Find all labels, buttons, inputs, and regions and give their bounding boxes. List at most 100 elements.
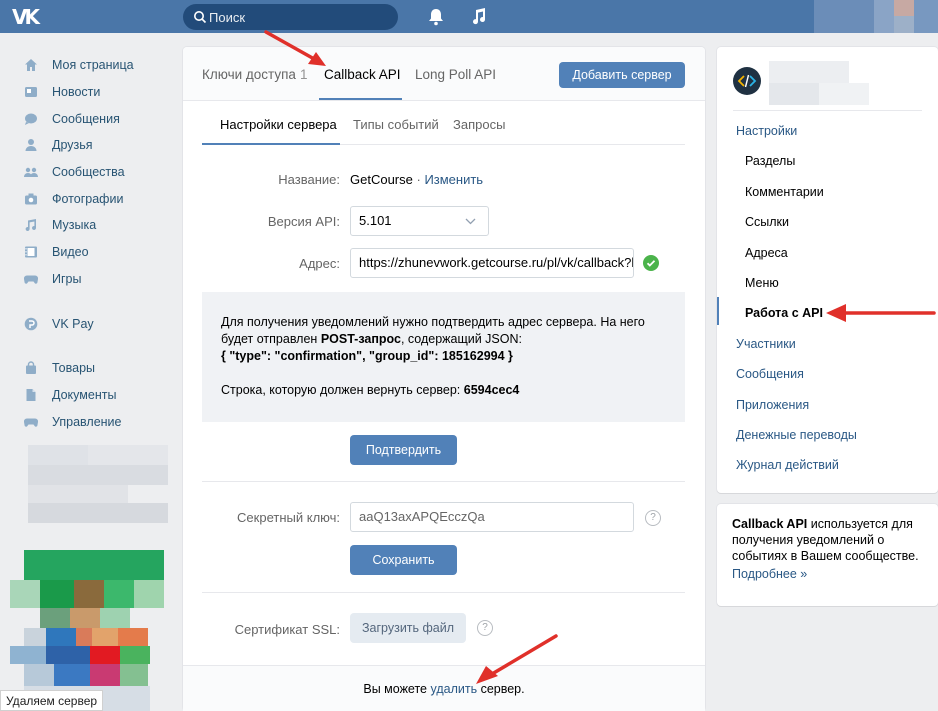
tab-long-poll-api[interactable]: Long Poll API — [415, 67, 496, 82]
nav-item-documents[interactable]: Документы — [24, 382, 174, 409]
secret-key-label: Секретный ключ: — [237, 510, 340, 525]
info-text-b: , содержащий JSON: — [400, 332, 522, 346]
sidebar-item-action-log[interactable]: Журнал действий — [736, 458, 839, 472]
chevron-down-icon — [465, 218, 476, 225]
address-input[interactable]: https://zhunevwork.getcourse.ru/pl/vk/ca… — [350, 248, 634, 278]
info-json: { "type": "confirmation", "group_id": 18… — [221, 348, 666, 365]
save-button[interactable]: Сохранить — [350, 545, 457, 575]
nav-label: Товары — [52, 361, 95, 376]
sidebar-item-api[interactable]: Работа с API — [745, 306, 823, 320]
search-input[interactable] — [209, 4, 389, 30]
gamepad-icon — [24, 418, 38, 427]
nav-item-my-page[interactable]: Моя страница — [24, 52, 174, 79]
sidebar-item-members[interactable]: Участники — [736, 337, 796, 351]
json-text: { "type": "confirmation", "group_id": 18… — [221, 349, 513, 363]
nav-label: Управление — [52, 414, 122, 429]
code-icon — [737, 74, 757, 88]
delete-server-footer: Вы можете удалить сервер. — [183, 665, 705, 711]
sidebar-item-money-transfers[interactable]: Денежные переводы — [736, 428, 857, 442]
secret-key-input[interactable]: aaQ13axAPQEcczQa — [350, 502, 634, 532]
info-post: POST-запрос — [320, 332, 401, 346]
bell-icon[interactable] — [428, 8, 444, 26]
name-value: GetCourse — [350, 172, 413, 187]
confirm-button[interactable]: Подтвердить — [350, 435, 457, 465]
callback-info-text: Callback API используется для получения … — [732, 516, 923, 564]
friends-icon — [25, 139, 37, 152]
nav-item-music[interactable]: Музыка — [24, 212, 174, 239]
nav-label: Документы — [52, 387, 117, 402]
info-bold: Callback API — [732, 517, 808, 531]
vk-logo[interactable]: VK — [12, 6, 44, 28]
sidebar-item-comments[interactable]: Комментарии — [745, 185, 824, 199]
tab-callback-api[interactable]: Callback API — [324, 67, 401, 82]
user-avatar-blurred[interactable] — [814, 0, 938, 33]
search-icon — [194, 11, 207, 24]
sidebar-item-addresses[interactable]: Адреса — [745, 246, 788, 260]
api-version-select[interactable]: 5.101 — [350, 206, 489, 236]
nav-item-video[interactable]: Видео — [24, 239, 174, 266]
sidebar-item-sections[interactable]: Разделы — [745, 154, 795, 168]
video-icon — [25, 246, 37, 258]
nav-item-management[interactable]: Управление — [24, 408, 174, 435]
news-icon — [25, 87, 37, 98]
vkpay-icon — [24, 317, 38, 330]
edit-name-link[interactable]: Изменить — [424, 172, 483, 187]
sidebar-item-links[interactable]: Ссылки — [745, 215, 789, 229]
document-icon — [26, 388, 36, 401]
nav-item-photos[interactable]: Фотографии — [24, 185, 174, 212]
nav-item-communities[interactable]: Сообщества — [24, 159, 174, 186]
subtabs-bar: Настройки сервера Типы событий Запросы — [202, 101, 685, 145]
footer-text: Вы можете — [363, 682, 431, 696]
nav-label: Игры — [52, 271, 82, 286]
group-logo[interactable] — [733, 67, 761, 95]
nav-item-news[interactable]: Новости — [24, 79, 174, 106]
more-link[interactable]: Подробнее » — [732, 566, 923, 582]
search-box[interactable] — [183, 4, 398, 30]
sidebar-item-messages[interactable]: Сообщения — [736, 367, 804, 381]
home-icon — [25, 59, 37, 72]
caption-label: Удаляем сервер — [0, 690, 104, 711]
nav-gap — [24, 337, 174, 355]
help-icon[interactable]: ? — [645, 510, 661, 526]
messages-icon — [25, 113, 37, 125]
nav-label: Новости — [52, 85, 101, 100]
confirmation-info-box: Для получения уведомлений нужно подтверд… — [202, 292, 685, 422]
nav-item-goods[interactable]: Товары — [24, 355, 174, 382]
sidebar-item-apps[interactable]: Приложения — [736, 398, 809, 412]
nav-item-messages[interactable]: Сообщения — [24, 105, 174, 132]
nav-item-vk-pay[interactable]: VK Pay — [24, 310, 174, 337]
info-code-line: Строка, которую должен вернуть сервер: 6… — [221, 382, 666, 399]
nav-label: VK Pay — [52, 316, 94, 331]
camera-icon — [25, 193, 37, 205]
help-icon[interactable]: ? — [477, 620, 493, 636]
tabs-bar: Ключи доступа 1 Callback API Long Poll AP… — [183, 47, 705, 101]
sidebar-item-settings[interactable]: Настройки — [736, 124, 797, 138]
subtab-requests[interactable]: Запросы — [453, 117, 505, 132]
gamepad-icon — [24, 275, 38, 284]
sidebar-item-menu[interactable]: Меню — [745, 276, 779, 290]
nav-label: Друзья — [52, 138, 93, 153]
music-icon — [25, 219, 36, 232]
nav-item-games[interactable]: Игры — [24, 266, 174, 293]
subtab-server-settings[interactable]: Настройки сервера — [220, 117, 337, 132]
delete-server-link[interactable]: удалить — [430, 682, 477, 696]
upload-file-button[interactable]: Загрузить файл — [350, 613, 466, 643]
music-icon[interactable] — [471, 7, 487, 25]
check-icon — [643, 255, 659, 271]
tab-count: 1 — [299, 67, 308, 82]
nav-label: Моя страница — [52, 58, 134, 73]
section-divider — [202, 592, 685, 593]
nav-label: Фотографии — [52, 191, 124, 206]
tab-access-keys[interactable]: Ключи доступа 1 — [202, 67, 307, 82]
nav-item-friends[interactable]: Друзья — [24, 132, 174, 159]
blurred-content — [10, 445, 170, 525]
subtab-event-types[interactable]: Типы событий — [353, 117, 439, 132]
api-version-value: 5.101 — [359, 213, 392, 228]
add-server-button[interactable]: Добавить сервер — [559, 62, 685, 88]
sidebar-separator — [733, 110, 922, 111]
left-navigation: Моя страница Новости Сообщения Друзья Со… — [24, 52, 174, 435]
subtab-active-indicator — [202, 143, 340, 145]
nav-label: Музыка — [52, 218, 97, 233]
top-bar: VK — [0, 0, 938, 33]
